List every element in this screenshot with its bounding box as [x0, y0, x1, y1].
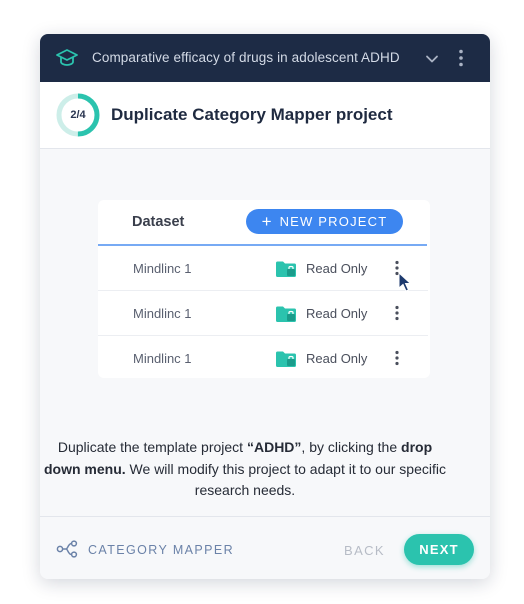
shared-folder-icon: [276, 261, 296, 277]
access-label: Read Only: [306, 261, 368, 276]
vertical-dots-icon[interactable]: [454, 48, 468, 68]
description-emphasis: “ADHD”: [246, 439, 302, 455]
shared-folder-icon: [276, 306, 296, 322]
tutorial-title: Comparative efficacy of drugs in adolesc…: [92, 50, 400, 65]
description-text: Duplicate the template project: [57, 439, 247, 455]
dataset-name: Mindlinc 1: [133, 306, 192, 321]
access-label: Read Only: [306, 351, 368, 366]
category-mapper-icon: [56, 540, 78, 558]
mouse-pointer-icon: [398, 272, 412, 292]
dataset-illustration: Dataset + NEW PROJECT Mindlinc 1 Read On…: [98, 200, 430, 378]
new-project-label: NEW PROJECT: [279, 214, 388, 229]
step-header: 2/4 Duplicate Category Mapper project: [40, 82, 490, 149]
dataset-row: Mindlinc 1 Read Only: [98, 291, 428, 336]
shared-folder-icon: [276, 351, 296, 367]
description-text: We will modify this project to adapt it …: [125, 460, 446, 499]
tutorial-header: Comparative efficacy of drugs in adolesc…: [40, 34, 490, 82]
step-description: Duplicate the template project “ADHD”, b…: [40, 437, 450, 502]
dataset-name: Mindlinc 1: [133, 351, 192, 366]
step-counter: 2/4: [70, 109, 86, 121]
row-menu-icon: [395, 305, 399, 321]
category-mapper-link[interactable]: CATEGORY MAPPER: [88, 543, 234, 557]
plus-icon: +: [261, 212, 272, 231]
dataset-row: Mindlinc 1 Read Only: [98, 246, 428, 291]
next-button[interactable]: NEXT: [404, 534, 474, 565]
row-menu-icon: [395, 350, 399, 366]
dataset-column-header: Dataset: [132, 214, 185, 230]
access-label: Read Only: [306, 306, 368, 321]
back-button[interactable]: BACK: [344, 543, 385, 558]
new-project-button: + NEW PROJECT: [246, 209, 403, 234]
tutorial-footer: CATEGORY MAPPER BACK NEXT: [40, 516, 490, 579]
graduation-cap-icon: [56, 49, 78, 66]
dataset-name: Mindlinc 1: [133, 261, 192, 276]
description-text: , by clicking the: [301, 439, 402, 455]
dataset-row: Mindlinc 1 Read Only: [98, 336, 428, 380]
step-title: Duplicate Category Mapper project: [111, 105, 393, 124]
chevron-down-icon[interactable]: [424, 51, 440, 67]
